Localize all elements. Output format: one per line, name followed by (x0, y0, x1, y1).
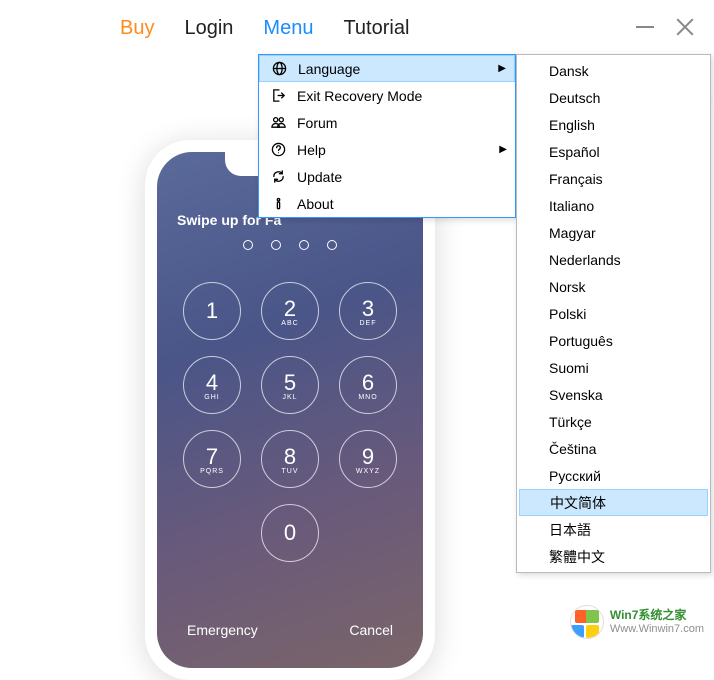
keypad-num: 8 (284, 444, 296, 470)
submenu-arrow-icon: ▶ (499, 144, 507, 155)
keypad-num: 5 (284, 370, 296, 396)
emergency-button[interactable]: Emergency (187, 622, 258, 638)
language-option[interactable]: Suomi (519, 354, 708, 381)
help-icon (267, 142, 289, 157)
keypad-num: 4 (206, 370, 218, 396)
keypad-key-3[interactable]: 3DEF (339, 282, 397, 340)
keypad-key-7[interactable]: 7PQRS (183, 430, 241, 488)
watermark-line2: Www.Winwin7.com (610, 623, 704, 636)
phone-mockup: Swipe up for Fa 12ABC3DEF4GHI5JKL6MNO7PQ… (145, 140, 435, 680)
keypad-key-5[interactable]: 5JKL (261, 356, 319, 414)
language-option[interactable]: Français (519, 165, 708, 192)
keypad-num: 6 (362, 370, 374, 396)
keypad-num: 7 (206, 444, 218, 470)
keypad-letters: PQRS (200, 468, 224, 475)
passcode-dot (271, 240, 281, 250)
watermark-line1: Win7系统之家 (610, 608, 704, 622)
language-option[interactable]: Español (519, 138, 708, 165)
keypad-key-4[interactable]: 4GHI (183, 356, 241, 414)
keypad-key-1[interactable]: 1 (183, 282, 241, 340)
users-icon (267, 115, 289, 130)
passcode-dot (299, 240, 309, 250)
menu-item-exit-recovery-mode[interactable]: Exit Recovery Mode (259, 82, 515, 109)
language-option[interactable]: Svenska (519, 381, 708, 408)
keypad-key-6[interactable]: 6MNO (339, 356, 397, 414)
passcode-dot (327, 240, 337, 250)
refresh-icon (267, 169, 289, 184)
language-option[interactable]: Magyar (519, 219, 708, 246)
minimize-button[interactable] (636, 26, 654, 28)
keypad-num: 3 (362, 296, 374, 322)
menu-dropdown: Language▶Exit Recovery ModeForumHelp▶Upd… (258, 54, 516, 218)
menu-item-label: About (289, 196, 507, 212)
keypad-letters: WXYZ (356, 468, 380, 475)
nav-menu[interactable]: Menu (263, 17, 313, 40)
keypad-key-8[interactable]: 8TUV (261, 430, 319, 488)
language-option[interactable]: 日本語 (519, 516, 708, 543)
watermark-logo (570, 605, 604, 639)
language-option[interactable]: Italiano (519, 192, 708, 219)
keypad-num: 2 (284, 296, 296, 322)
language-option[interactable]: Dansk (519, 57, 708, 84)
language-option[interactable]: Polski (519, 300, 708, 327)
language-option[interactable]: Nederlands (519, 246, 708, 273)
language-option[interactable]: 中文简体 (519, 489, 708, 516)
keypad-key-9[interactable]: 9WXYZ (339, 430, 397, 488)
keypad: 1 2ABC 3DEF 4GHI 5JKL 6MNO 7PQRS 8TUV 9WXYZ 0 (157, 282, 423, 562)
nav-tutorial[interactable]: Tutorial (343, 17, 409, 40)
passcode-dot (243, 240, 253, 250)
language-option[interactable]: Norsk (519, 273, 708, 300)
watermark-text: Win7系统之家 Www.Winwin7.com (610, 608, 704, 636)
cancel-button[interactable]: Cancel (349, 622, 393, 638)
menu-item-label: Help (289, 142, 499, 158)
menu-item-forum[interactable]: Forum (259, 109, 515, 136)
info-icon (267, 196, 289, 211)
phone-screen: Swipe up for Fa 12ABC3DEF4GHI5JKL6MNO7PQ… (157, 152, 423, 668)
language-option[interactable]: Deutsch (519, 84, 708, 111)
keypad-key-2[interactable]: 2ABC (261, 282, 319, 340)
keypad-letters: GHI (204, 394, 219, 401)
keypad-letters: DEF (360, 320, 377, 327)
exit-icon (267, 88, 289, 103)
close-button[interactable] (676, 18, 694, 36)
globe-icon (268, 61, 290, 76)
keypad-key-0[interactable]: 0 (261, 504, 319, 562)
keypad-letters: TUV (282, 468, 299, 475)
keypad-num: 1 (206, 298, 218, 324)
passcode-dots (157, 240, 423, 250)
menu-item-update[interactable]: Update (259, 163, 515, 190)
nav-buy[interactable]: Buy (120, 17, 154, 40)
keypad-num: 9 (362, 444, 374, 470)
menu-item-help[interactable]: Help▶ (259, 136, 515, 163)
menu-item-label: Language (290, 61, 498, 77)
language-option[interactable]: Русский (519, 462, 708, 489)
menu-item-language[interactable]: Language▶ (259, 55, 515, 82)
menu-item-label: Forum (289, 115, 507, 131)
menu-item-about[interactable]: About (259, 190, 515, 217)
keypad-letters: JKL (282, 394, 297, 401)
language-option[interactable]: Português (519, 327, 708, 354)
phone-bottom-row: Emergency Cancel (157, 622, 423, 638)
language-option[interactable]: Türkçe (519, 408, 708, 435)
keypad-letters: ABC (281, 320, 298, 327)
keypad-num: 0 (284, 520, 296, 546)
language-option[interactable]: 繁體中文 (519, 543, 708, 570)
language-option[interactable]: English (519, 111, 708, 138)
keypad-letters: MNO (358, 394, 377, 401)
nav-login[interactable]: Login (184, 17, 233, 40)
language-option[interactable]: Čeština (519, 435, 708, 462)
topbar: Buy Login Menu Tutorial (0, 0, 714, 56)
submenu-arrow-icon: ▶ (498, 63, 506, 74)
window-controls (636, 18, 694, 36)
menu-item-label: Exit Recovery Mode (289, 88, 507, 104)
language-submenu: DanskDeutschEnglishEspañolFrançaisItalia… (516, 54, 711, 573)
watermark: Win7系统之家 Www.Winwin7.com (570, 605, 704, 639)
menu-item-label: Update (289, 169, 507, 185)
